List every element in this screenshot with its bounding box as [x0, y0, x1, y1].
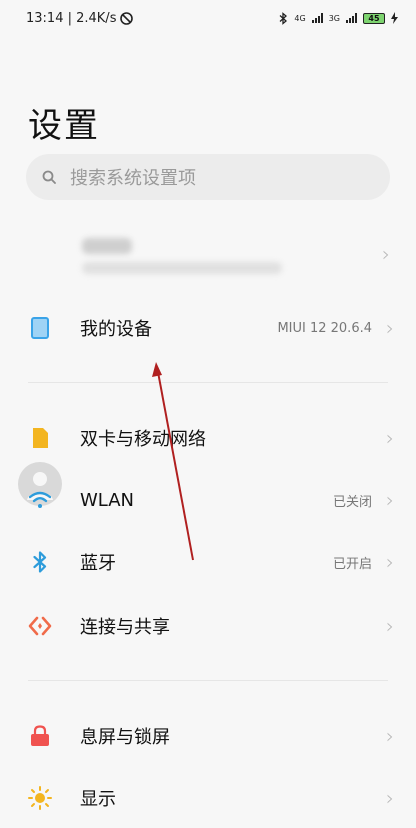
- wlan-status: 已关闭: [332, 494, 372, 510]
- chevron-right-icon: ›: [386, 614, 394, 638]
- page-title: 设置: [28, 106, 100, 146]
- sim-card-icon: [28, 426, 52, 450]
- chevron-right-icon: ›: [386, 550, 394, 574]
- lockscreen-row[interactable]: 息屏与锁屏 ›: [0, 706, 416, 766]
- wlan-label: WLAN: [80, 489, 135, 511]
- connection-sharing-icon: [28, 614, 52, 638]
- account-name-blurred: [82, 238, 132, 254]
- signal2-label: 3G: [328, 13, 340, 23]
- battery-icon: 45: [363, 12, 385, 24]
- my-device-row[interactable]: 我的设备 MIUI 12 20.6.4 ›: [0, 298, 416, 358]
- sim-network-label: 双卡与移动网络: [80, 429, 206, 450]
- bluetooth-status-icon: [279, 11, 288, 25]
- status-right: 4G 3G 45: [279, 11, 398, 25]
- signal1-label: 4G: [294, 13, 306, 23]
- chevron-right-icon: ›: [386, 488, 394, 512]
- sun-icon: [28, 786, 52, 810]
- do-not-disturb-icon: [120, 11, 134, 25]
- chevron-right-icon: ›: [382, 242, 390, 266]
- wifi-icon: [28, 488, 52, 512]
- bluetooth-icon: [28, 550, 52, 574]
- lockscreen-label: 息屏与锁屏: [80, 727, 170, 748]
- bluetooth-label: 蓝牙: [80, 553, 116, 574]
- search-input[interactable]: 搜索系统设置项: [26, 154, 390, 200]
- section-divider: [28, 680, 388, 681]
- chevron-right-icon: ›: [386, 426, 394, 450]
- sim-network-row[interactable]: 双卡与移动网络 ›: [0, 408, 416, 468]
- charging-icon: [391, 12, 398, 24]
- section-divider: [28, 382, 388, 383]
- my-device-version: MIUI 12 20.6.4: [277, 320, 372, 336]
- display-label: 显示: [80, 789, 116, 810]
- signal2-bars-icon: [346, 13, 357, 23]
- status-time-speed: 13:14 | 2.4K/s: [26, 10, 117, 26]
- lock-icon: [28, 724, 52, 748]
- bluetooth-row[interactable]: 蓝牙 已开启 ›: [0, 532, 416, 592]
- account-row[interactable]: ›: [0, 226, 416, 506]
- my-device-label: 我的设备: [80, 319, 152, 340]
- chevron-right-icon: ›: [386, 316, 394, 340]
- search-placeholder: 搜索系统设置项: [70, 168, 196, 189]
- signal1-bars-icon: [311, 13, 323, 23]
- status-left: 13:14 | 2.4K/s: [26, 10, 134, 26]
- display-row[interactable]: 显示 ›: [0, 768, 416, 828]
- chevron-right-icon: ›: [386, 724, 394, 748]
- bluetooth-status: 已开启: [332, 556, 372, 572]
- connection-sharing-label: 连接与共享: [80, 617, 170, 638]
- chevron-right-icon: ›: [386, 786, 394, 810]
- status-bar: 13:14 | 2.4K/s 4G 3G 45: [0, 0, 416, 36]
- connection-sharing-row[interactable]: 连接与共享 ›: [0, 596, 416, 656]
- account-id-blurred: [82, 262, 282, 274]
- wlan-row[interactable]: WLAN 已关闭 ›: [0, 470, 416, 530]
- search-icon: [42, 170, 56, 184]
- device-icon: [28, 316, 52, 340]
